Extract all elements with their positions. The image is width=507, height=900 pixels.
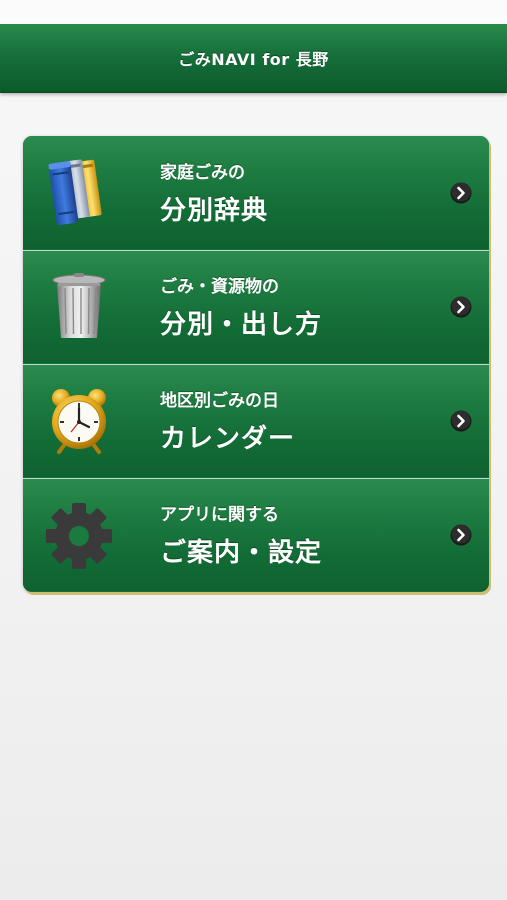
main-menu: 家庭ごみの 分別辞典 ごみ・資源物の 分別・出し方 地区別ごみの日 カレンダー …	[23, 136, 489, 592]
menu-item-subtitle: アプリに関する	[160, 505, 279, 525]
menu-item-title: 分別・出し方	[160, 310, 323, 340]
row-divider	[23, 250, 489, 251]
menu-item-subtitle: 家庭ごみの	[160, 163, 245, 183]
alarm-clock-icon	[52, 389, 106, 454]
menu-item-title: カレンダー	[160, 424, 296, 454]
menu-item-sorting[interactable]: ごみ・資源物の 分別・出し方	[23, 250, 489, 363]
chevron-right-icon	[450, 410, 472, 432]
books-icon	[48, 159, 102, 225]
row-divider	[23, 364, 489, 365]
menu-item-dictionary[interactable]: 家庭ごみの 分別辞典	[23, 136, 489, 249]
row-divider	[23, 478, 489, 479]
menu-item-title: ご案内・設定	[160, 538, 323, 568]
chevron-right-icon	[450, 182, 472, 204]
gear-icon	[46, 503, 112, 569]
menu-item-subtitle: ごみ・資源物の	[160, 277, 279, 297]
app-title: ごみNAVI for 長野	[178, 50, 329, 69]
status-bar-area	[0, 0, 507, 24]
menu-item-title: 分別辞典	[160, 196, 269, 226]
menu-item-settings[interactable]: アプリに関する ご案内・設定	[23, 478, 489, 591]
menu-item-subtitle: 地区別ごみの日	[160, 391, 279, 411]
chevron-right-icon	[450, 296, 472, 318]
chevron-right-icon	[450, 524, 472, 546]
navigation-bar: ごみNAVI for 長野	[0, 24, 507, 93]
trash-can-icon	[52, 273, 106, 338]
menu-item-calendar[interactable]: 地区別ごみの日 カレンダー	[23, 364, 489, 477]
